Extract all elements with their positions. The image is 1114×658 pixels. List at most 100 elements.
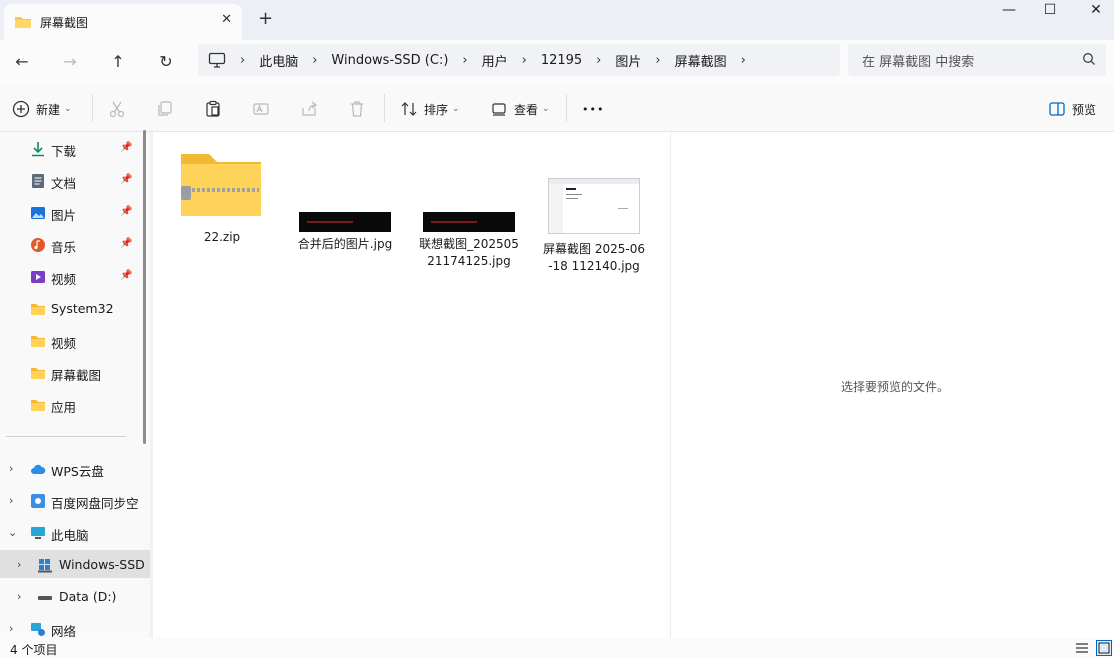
tab-close-button[interactable]: ✕: [221, 12, 232, 27]
close-window-button[interactable]: ✕: [1073, 2, 1114, 22]
view-icon: [492, 103, 506, 116]
chevron-right-icon[interactable]: ›: [741, 53, 746, 68]
chevron-right-icon[interactable]: ›: [462, 53, 467, 68]
breadcrumb-user[interactable]: 12195: [541, 53, 582, 68]
rename-icon[interactable]: [250, 98, 272, 120]
chevron-down-icon: ⌄: [542, 104, 550, 114]
large-icons-view-icon[interactable]: [1096, 640, 1112, 656]
refresh-button[interactable]: ↻: [154, 50, 178, 74]
view-button[interactable]: 查看 ⌄: [490, 98, 550, 120]
sidebar-item-this-pc[interactable]: ⌄ 此电脑: [0, 518, 150, 546]
tab-screenshots[interactable]: 屏幕截图 ✕: [4, 4, 242, 40]
image-thumbnail: [423, 212, 515, 232]
chevron-right-icon[interactable]: ›: [17, 558, 21, 571]
pin-icon[interactable]: 📌: [120, 238, 132, 249]
file-name: 联想截图_20250521174125.jpg: [419, 237, 519, 268]
sidebar-item-label: 屏幕截图: [51, 368, 102, 383]
network-icon: [31, 623, 45, 636]
folder-icon: [31, 336, 45, 347]
pin-icon[interactable]: 📌: [120, 142, 132, 153]
more-options-button[interactable]: •••: [582, 98, 604, 120]
breadcrumb-screenshots[interactable]: 屏幕截图: [675, 51, 727, 70]
chevron-right-icon[interactable]: ›: [9, 622, 13, 635]
copy-icon[interactable]: [154, 98, 176, 120]
view-label: 查看: [514, 102, 539, 117]
toolbar-divider: [566, 94, 567, 122]
preview-pane-button[interactable]: 预览: [1048, 98, 1096, 120]
preview-pane: 选择要预览的文件。: [670, 132, 1114, 638]
paste-icon[interactable]: [202, 98, 224, 120]
preview-label: 预览: [1072, 102, 1097, 117]
folder-icon: [31, 400, 45, 411]
image-thumbnail: [299, 212, 391, 232]
sidebar-item-windows-ssd[interactable]: › Windows-SSD: [0, 550, 150, 578]
tab-title: 屏幕截图: [40, 15, 89, 30]
sort-label: 排序: [424, 102, 449, 117]
breadcrumb-this-pc[interactable]: 此电脑: [259, 51, 298, 70]
file-item[interactable]: 22.zip: [170, 150, 274, 246]
sidebar-item-baidu-netdisk[interactable]: › 百度网盘同步空: [0, 486, 150, 514]
chevron-right-icon[interactable]: ›: [240, 53, 245, 68]
sidebar-item-videos-folder[interactable]: 视频: [0, 326, 150, 354]
sidebar-item-pictures[interactable]: 图片 📌: [0, 198, 150, 226]
sidebar-divider: [6, 436, 126, 437]
sidebar-item-label: 百度网盘同步空: [51, 496, 139, 511]
chevron-down-icon[interactable]: ⌄: [8, 526, 17, 539]
chevron-right-icon[interactable]: ›: [522, 53, 527, 68]
chevron-right-icon[interactable]: ›: [9, 494, 13, 507]
cut-icon[interactable]: [106, 98, 128, 120]
minimize-button[interactable]: —: [986, 2, 1032, 22]
sort-button[interactable]: 排序 ⌄: [400, 98, 460, 120]
new-tab-button[interactable]: +: [258, 9, 273, 29]
details-view-icon[interactable]: [1074, 640, 1090, 656]
sidebar-item-label: WPS云盘: [51, 464, 104, 479]
search-input[interactable]: 在 屏幕截图 中搜索: [848, 44, 1106, 76]
chevron-right-icon[interactable]: ›: [312, 53, 317, 68]
file-item[interactable]: 屏幕截图 2025-06-18 112140.jpg: [542, 178, 646, 275]
command-bar: 新建 ⌄ 排序 ⌄ 查看 ⌄ ••• 预览: [0, 84, 1114, 132]
new-button[interactable]: 新建 ⌄: [12, 98, 72, 120]
breadcrumb-users[interactable]: 用户: [482, 51, 508, 70]
back-button[interactable]: ←: [10, 50, 34, 74]
sidebar-item-label: System32: [51, 301, 114, 316]
sidebar-item-screenshots[interactable]: 屏幕截图: [0, 358, 150, 386]
file-item[interactable]: 联想截图_20250521174125.jpg: [417, 212, 521, 270]
sidebar-item-label: Windows-SSD: [59, 557, 145, 572]
up-button[interactable]: ↑: [106, 50, 130, 74]
status-bar: 4 个项目: [0, 638, 1114, 658]
breadcrumb-pictures[interactable]: 图片: [615, 51, 641, 70]
sidebar-item-data-drive[interactable]: › Data (D:): [0, 582, 150, 610]
sidebar-item-wps-cloud[interactable]: › WPS云盘: [0, 454, 150, 482]
maximize-button[interactable]: ☐: [1027, 2, 1073, 22]
chevron-right-icon[interactable]: ›: [9, 462, 13, 475]
sidebar-item-label: 图片: [51, 208, 77, 223]
sidebar-item-label: 下载: [51, 144, 77, 159]
sidebar-item-downloads[interactable]: 下载 📌: [0, 134, 150, 162]
windows-drive-icon: [38, 559, 52, 573]
pin-icon[interactable]: 📌: [120, 206, 132, 217]
sidebar-item-videos[interactable]: 视频 📌: [0, 262, 150, 290]
sidebar-item-music[interactable]: 音乐 📌: [0, 230, 150, 258]
share-icon[interactable]: [298, 98, 320, 120]
file-item[interactable]: 合并后的图片.jpg: [293, 212, 397, 253]
address-bar[interactable]: › 此电脑 › Windows-SSD (C:) › 用户 › 12195 › …: [198, 44, 840, 76]
file-name: 22.zip: [203, 230, 241, 244]
sidebar-item-network[interactable]: › 网络: [0, 614, 150, 638]
sidebar-item-documents[interactable]: 文档 📌: [0, 166, 150, 194]
chevron-down-icon: ⌄: [452, 104, 460, 114]
chevron-right-icon[interactable]: ›: [17, 590, 21, 603]
sidebar-item-system32[interactable]: System32: [0, 294, 150, 322]
pin-icon[interactable]: 📌: [120, 270, 132, 281]
delete-icon[interactable]: [346, 98, 368, 120]
sidebar-item-apps[interactable]: 应用: [0, 390, 150, 418]
search-icon: [1083, 53, 1095, 65]
sidebar-item-label: 视频: [51, 336, 77, 351]
breadcrumb-windows-ssd[interactable]: Windows-SSD (C:): [331, 53, 448, 68]
sidebar-item-label: Data (D:): [59, 589, 117, 604]
sidebar-scrollbar[interactable]: [143, 130, 146, 444]
title-bar: 屏幕截图 ✕ + — ☐ ✕: [0, 0, 1114, 40]
chevron-right-icon[interactable]: ›: [655, 53, 660, 68]
forward-button[interactable]: →: [58, 50, 82, 74]
chevron-right-icon[interactable]: ›: [596, 53, 601, 68]
pin-icon[interactable]: 📌: [120, 174, 132, 185]
